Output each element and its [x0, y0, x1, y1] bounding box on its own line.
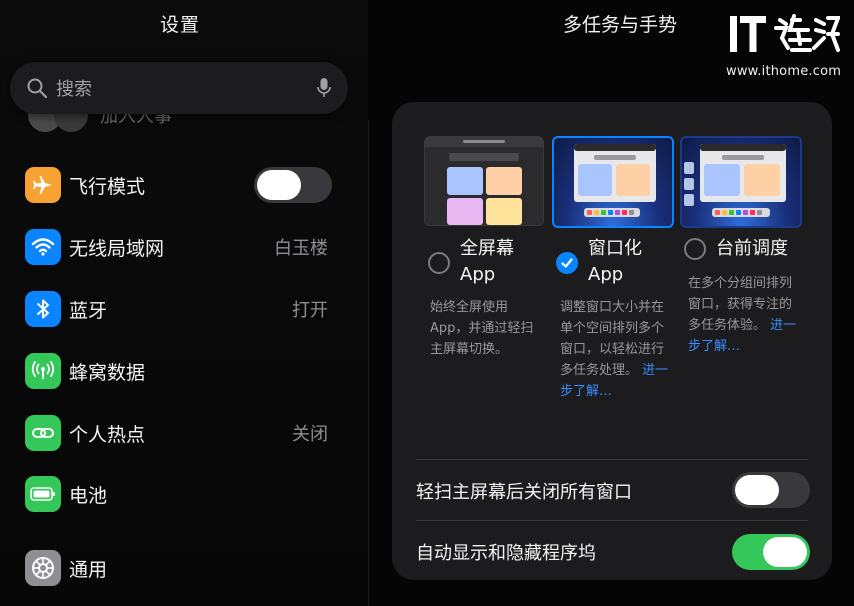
option-description: 调整窗口大小并在单个空间排列多个窗口，以轻松进行多任务处理。 进一步了解…: [560, 297, 672, 402]
row-value: 关闭: [292, 424, 328, 445]
ithome-logo: [730, 14, 840, 52]
row-label: 无线局域网: [69, 237, 165, 260]
divider: [416, 520, 808, 521]
divider: [416, 459, 808, 460]
search-field[interactable]: 搜索: [10, 62, 348, 114]
row-label: 通用: [69, 558, 108, 581]
option-label-line2: App: [460, 264, 496, 285]
description-text: 始终全屏使用App，并通过轻扫主屏幕切换。: [430, 300, 534, 357]
gear-icon: [25, 550, 61, 586]
close-windows-toggle[interactable]: [732, 472, 810, 508]
option-description: 在多个分组间排列窗口，获得专注的多任务体验。 进一步了解…: [688, 273, 800, 357]
row-label: 个人热点: [69, 423, 146, 446]
microphone-icon[interactable]: [316, 77, 332, 99]
page-title: 多任务与手势: [562, 14, 677, 36]
settings-sidebar: 设置 加入人事 搜索 飞行模式 无线局域网 白玉楼 蓝牙 打开 蜂窝数据 个人热…: [0, 0, 368, 606]
settings-row-hotspot[interactable]: 个人热点 关闭: [0, 413, 360, 453]
fullscreen-preview: [424, 136, 544, 226]
auto-dock-label: 自动显示和隐藏程序坞: [416, 543, 596, 564]
multitasking-card: 全屏幕 App 始终全屏使用App，并通过轻扫主屏幕切换。 窗口化 App 调整…: [392, 102, 832, 580]
radio-fullscreen[interactable]: [428, 252, 450, 274]
sidebar-title: 设置: [159, 14, 200, 36]
settings-row-bluetooth[interactable]: 蓝牙 打开: [0, 289, 360, 329]
toggle-knob: [763, 537, 807, 567]
battery-icon: [25, 476, 61, 512]
close-windows-label: 轻扫主屏幕后关闭所有窗口: [416, 482, 632, 503]
bluetooth-icon: [25, 291, 61, 327]
stage-manager-preview: [680, 136, 802, 228]
settings-row-general[interactable]: 通用: [0, 548, 360, 588]
settings-row-wifi[interactable]: 无线局域网 白玉楼: [0, 227, 360, 267]
auto-dock-toggle[interactable]: [732, 534, 810, 570]
settings-row-cellular[interactable]: 蜂窝数据: [0, 351, 360, 391]
option-label-line1: 全屏幕: [460, 238, 514, 259]
search-icon: [27, 78, 48, 99]
row-label: 电池: [69, 484, 108, 507]
airplane-mode-toggle[interactable]: [254, 167, 332, 203]
row-value: 打开: [292, 300, 328, 321]
hotspot-icon: [25, 415, 61, 451]
toggle-knob: [257, 170, 301, 200]
radio-windowed[interactable]: [556, 252, 578, 274]
radio-stage-manager[interactable]: [684, 238, 706, 260]
wifi-icon: [25, 229, 61, 265]
row-label: 蜂窝数据: [69, 361, 146, 384]
windowed-preview: [552, 136, 674, 228]
airplane-icon: [25, 167, 61, 203]
settings-row-battery[interactable]: 电池: [0, 474, 360, 514]
checkmark-icon: [561, 258, 573, 268]
option-label-line1: 台前调度: [716, 238, 788, 259]
search-input[interactable]: 搜索: [56, 75, 92, 101]
row-value: 白玉楼: [274, 238, 328, 259]
option-label-line1: 窗口化: [588, 238, 642, 259]
pane-divider: [368, 120, 369, 606]
settings-row-airplane-mode[interactable]: 飞行模式: [0, 165, 360, 205]
watermark-url: www.ithome.com: [726, 64, 842, 79]
cellular-icon: [25, 353, 61, 389]
row-label: 飞行模式: [69, 175, 146, 198]
row-label: 蓝牙: [69, 299, 108, 322]
option-label-line2: App: [588, 264, 624, 285]
option-description: 始终全屏使用App，并通过轻扫主屏幕切换。: [430, 297, 542, 360]
toggle-knob: [735, 475, 779, 505]
